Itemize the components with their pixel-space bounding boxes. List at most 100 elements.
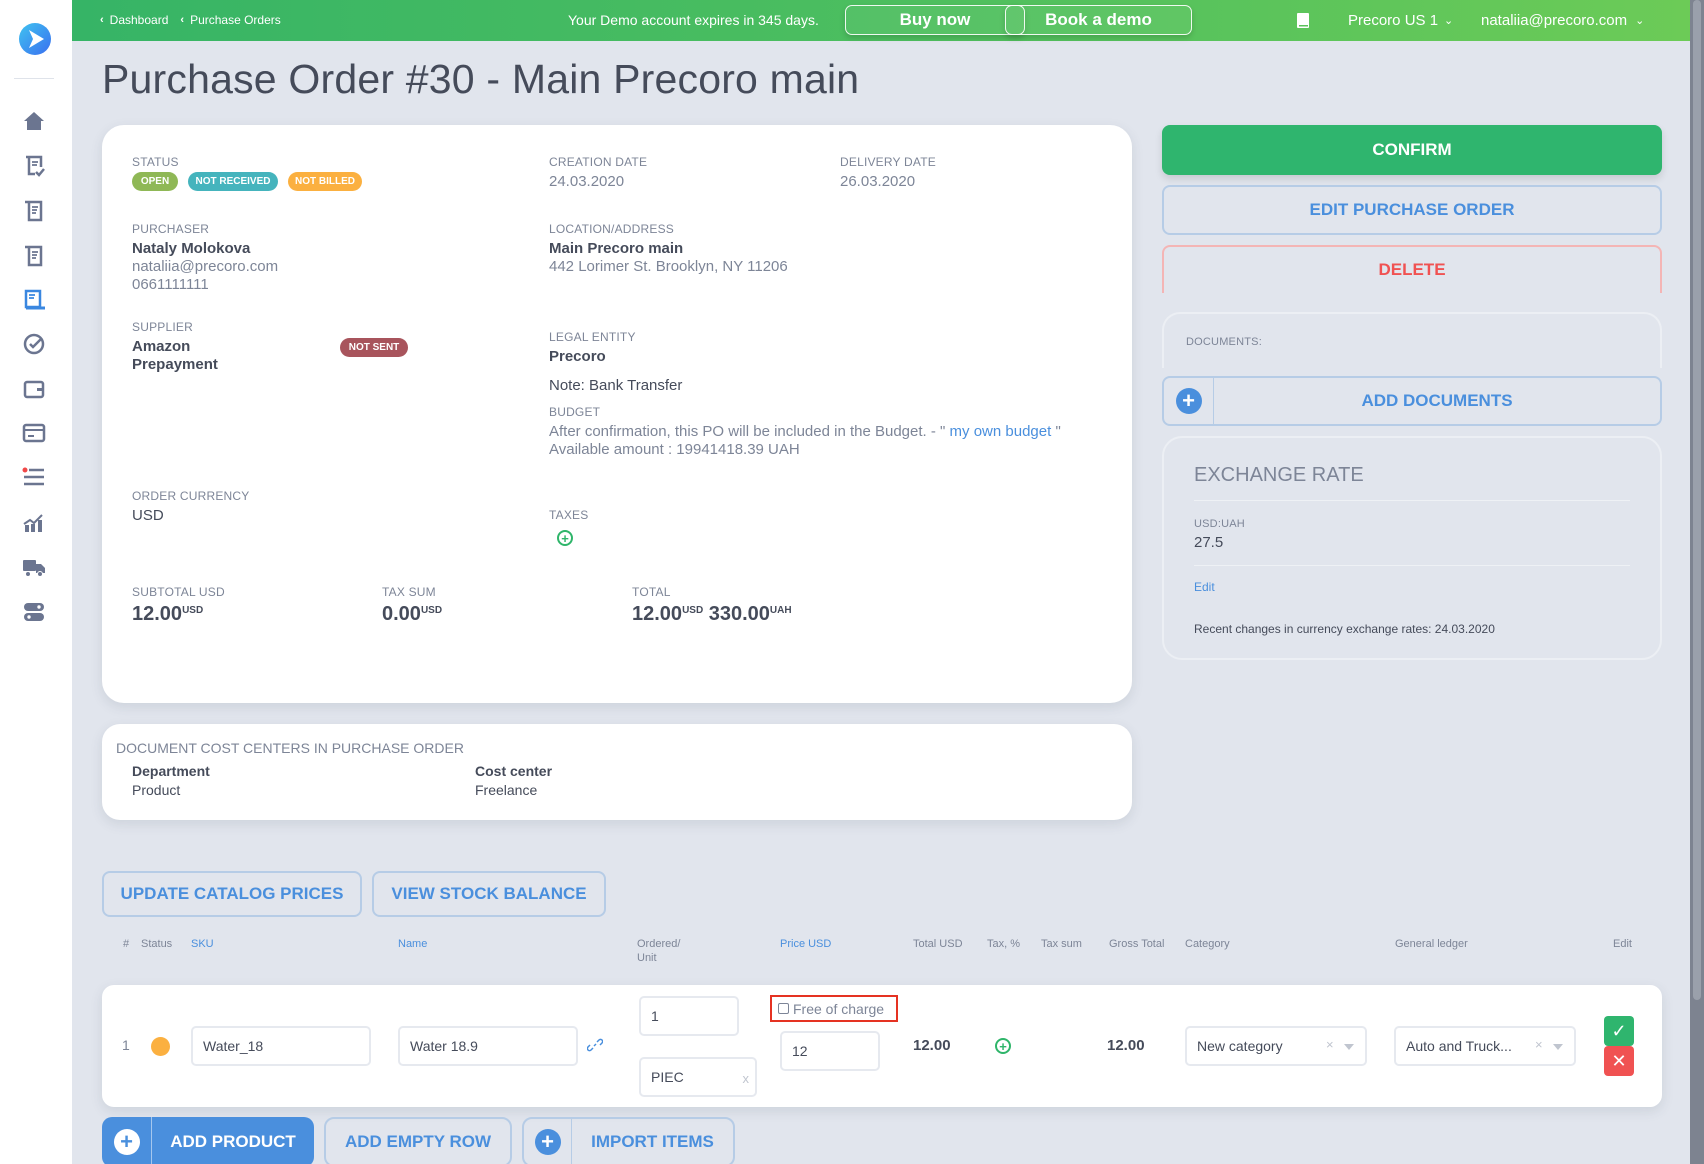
exchange-rate-edit-link[interactable]: Edit xyxy=(1194,580,1215,594)
chevron-down-icon[interactable] xyxy=(1553,1044,1563,1050)
supplier-label: SUPPLIER xyxy=(132,320,193,334)
clear-unit-icon[interactable]: x xyxy=(743,1071,750,1086)
column-header-total: Total USD xyxy=(913,938,963,950)
quantity-input[interactable]: 1 xyxy=(639,996,739,1036)
exchange-rate-section: EXCHANGE RATE USD:UAH 27.5 Edit Recent c… xyxy=(1162,436,1662,660)
clear-category-icon[interactable]: × xyxy=(1326,1037,1334,1052)
sidebar-item-list[interactable] xyxy=(20,463,48,491)
edit-purchase-order-button[interactable]: EDIT PURCHASE ORDER xyxy=(1162,185,1662,235)
sidebar-item-invoices[interactable] xyxy=(20,419,48,447)
location-name: Main Precoro main xyxy=(549,240,684,257)
unit-input[interactable]: PIEC x xyxy=(639,1057,757,1097)
documents-label: DOCUMENTS: xyxy=(1186,336,1262,348)
plus-icon: + xyxy=(1175,388,1202,414)
delete-button[interactable]: DELETE xyxy=(1162,245,1662,293)
import-items-button[interactable]: + IMPORT ITEMS xyxy=(522,1117,735,1164)
cost-center-header-department: Department xyxy=(132,763,210,779)
order-currency-label: ORDER CURRENCY xyxy=(132,489,250,503)
supplier-name: Amazon xyxy=(132,338,191,355)
general-ledger-select[interactable]: Auto and Truck... xyxy=(1394,1026,1576,1066)
price-input[interactable]: 12 xyxy=(780,1031,880,1071)
add-product-button[interactable]: + ADD PRODUCT xyxy=(102,1117,314,1164)
sidebar-item-suppliers[interactable] xyxy=(20,553,48,581)
supplier-not-sent-badge: NOT SENT xyxy=(340,338,408,357)
chevron-down-icon: ⌄ xyxy=(1635,15,1645,27)
demo-expiry-text: Your Demo account expires in 345 days. xyxy=(568,12,819,28)
check-icon: ✓ xyxy=(1611,1020,1627,1041)
company-selector[interactable]: Precoro US 1 ⌄ xyxy=(1348,12,1453,29)
creation-date: 24.03.2020 xyxy=(549,173,625,190)
update-catalog-prices-button[interactable]: UPDATE CATALOG PRICES xyxy=(102,871,362,917)
book-demo-button[interactable]: Book a demo xyxy=(1005,5,1192,35)
sidebar-item-home[interactable] xyxy=(20,107,48,135)
breadcrumb-dashboard[interactable]: ‹ Dashboard xyxy=(100,13,168,27)
delivery-date: 26.03.2020 xyxy=(840,173,916,190)
column-header-gross: Gross Total xyxy=(1109,938,1165,950)
column-header-status: Status xyxy=(141,938,173,950)
cost-center-value-cost-center: Freelance xyxy=(475,782,538,798)
checkbox-icon[interactable] xyxy=(778,1003,789,1014)
sidebar-item-settings[interactable] xyxy=(20,598,48,626)
request-icon xyxy=(25,200,43,222)
location-label: LOCATION/ADDRESS xyxy=(549,222,674,236)
creation-date-label: CREATION DATE xyxy=(549,155,648,169)
plus-icon: + xyxy=(534,1129,561,1155)
list-icon xyxy=(22,467,44,486)
column-header-ordered: Ordered/ xyxy=(637,938,681,950)
scrollbar-thumb[interactable] xyxy=(1693,0,1701,1000)
add-empty-row-button[interactable]: ADD EMPTY ROW xyxy=(324,1117,512,1164)
book-icon[interactable] xyxy=(1296,12,1310,29)
close-icon: ✕ xyxy=(1611,1050,1627,1071)
cost-center-value-department: Product xyxy=(132,782,181,798)
budget-link[interactable]: my own budget xyxy=(950,423,1052,440)
column-header-price[interactable]: Price USD xyxy=(780,938,831,950)
sidebar-item-receipts[interactable] xyxy=(20,330,48,358)
truck-icon xyxy=(23,560,45,577)
sidebar-item-analytics[interactable] xyxy=(20,509,48,537)
sidebar-item-documents[interactable] xyxy=(20,242,48,270)
supplier-payment: Prepayment xyxy=(132,356,218,373)
cost-center-header-cost-center: Cost center xyxy=(475,763,553,779)
column-header-num: # xyxy=(123,938,130,950)
precoro-logo-icon[interactable] xyxy=(18,22,52,56)
buy-now-button[interactable]: Buy now xyxy=(845,5,1025,35)
breadcrumb-purchase-orders[interactable]: ‹ Purchase Orders xyxy=(180,13,280,27)
sidebar-item-requests[interactable] xyxy=(20,197,48,225)
category-select[interactable]: New category xyxy=(1185,1026,1367,1066)
breadcrumb: ‹ Dashboard ‹ Purchase Orders xyxy=(100,13,281,27)
add-row-tax-icon[interactable]: + xyxy=(995,1038,1011,1054)
sidebar-item-approvals[interactable] xyxy=(20,152,48,180)
link-icon[interactable] xyxy=(587,1037,603,1053)
add-documents-button[interactable]: + ADD DOCUMENTS xyxy=(1162,376,1662,426)
budget-text: After confirmation, this PO will be incl… xyxy=(549,423,1061,440)
documents-section: DOCUMENTS: xyxy=(1162,312,1662,368)
column-header-name[interactable]: Name xyxy=(398,938,427,950)
exchange-rate-recent: Recent changes in currency exchange rate… xyxy=(1194,622,1495,636)
chevron-down-icon: ⌄ xyxy=(1444,15,1454,27)
budget-available: Available amount : 19941418.39 UAH xyxy=(549,441,800,458)
free-of-charge-checkbox[interactable]: Free of charge xyxy=(770,995,898,1022)
user-menu[interactable]: nataliia@precoro.com ⌄ xyxy=(1481,12,1644,29)
sku-input[interactable]: Water_18 xyxy=(191,1026,371,1066)
column-header-sku[interactable]: SKU xyxy=(191,938,214,950)
status-badge-not-billed: NOT BILLED xyxy=(288,172,362,191)
confirm-button[interactable]: CONFIRM xyxy=(1162,125,1662,175)
view-stock-balance-button[interactable]: VIEW STOCK BALANCE xyxy=(372,871,606,917)
clear-ledger-icon[interactable]: × xyxy=(1535,1037,1543,1052)
currency-pair: USD:UAH xyxy=(1194,518,1245,530)
save-row-button[interactable]: ✓ xyxy=(1604,1016,1634,1046)
name-input[interactable]: Water 18.9 xyxy=(398,1026,578,1066)
sidebar-item-purchase-orders[interactable] xyxy=(20,286,48,314)
purchaser-name: Nataly Molokova xyxy=(132,240,251,257)
add-tax-icon[interactable]: + xyxy=(557,530,573,546)
cancel-row-button[interactable]: ✕ xyxy=(1604,1046,1634,1076)
tax-sum-value: 0.00USD xyxy=(382,603,443,625)
page-title: Purchase Order #30 - Main Precoro main xyxy=(102,56,860,102)
purchaser-phone: 0661111111 xyxy=(132,276,209,293)
order-details-card: STATUS OPEN NOT RECEIVED NOT BILLED CREA… xyxy=(102,125,1132,703)
plus-icon: + xyxy=(113,1129,140,1155)
check-circle-icon xyxy=(23,333,45,355)
chevron-down-icon[interactable] xyxy=(1344,1044,1354,1050)
sidebar-item-wallet[interactable] xyxy=(20,375,48,403)
column-header-tax-sum: Tax sum xyxy=(1041,938,1082,950)
